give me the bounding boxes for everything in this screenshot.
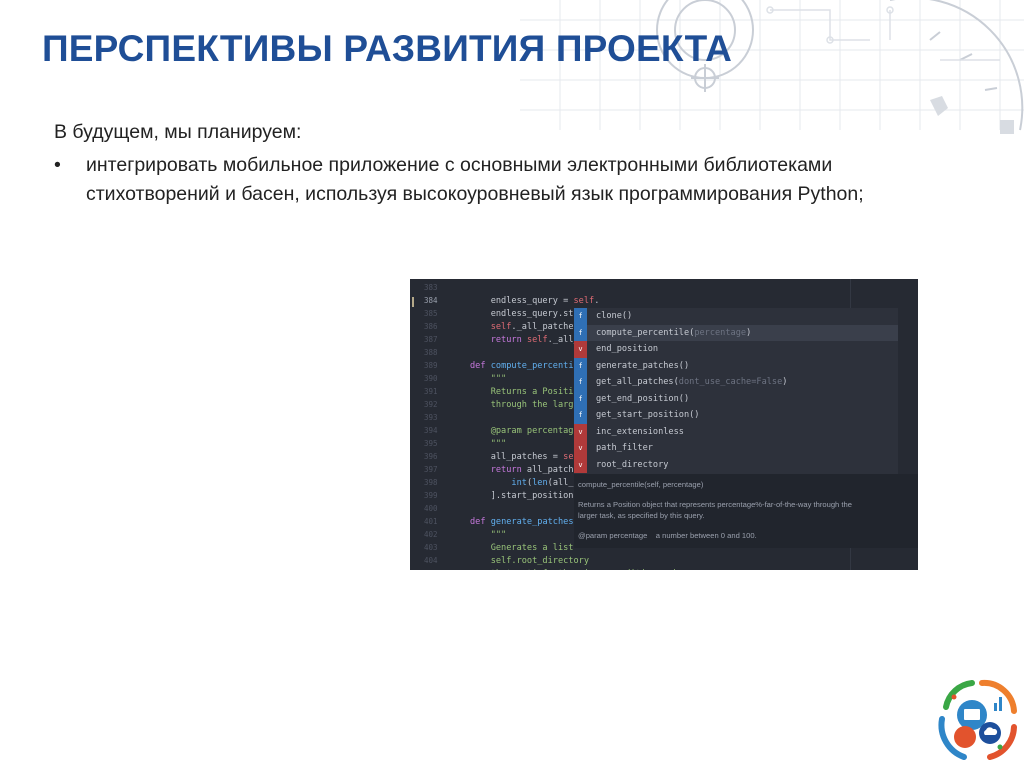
doc-param: @param percentage a number between 0 and…	[578, 531, 757, 540]
autocomplete-paren: )	[746, 327, 752, 338]
line-number: 387	[424, 335, 438, 344]
line-number: 402	[424, 530, 438, 539]
autocomplete-args: dont_use_cache=False	[678, 377, 783, 388]
code-line: that satisfy the given conditions given	[470, 569, 693, 570]
bullet-text: интегрировать мобильное приложение с осн…	[86, 154, 864, 205]
line-number: 394	[424, 426, 438, 435]
autocomplete-name: get_start_position()	[596, 410, 700, 421]
line-number: 404	[424, 556, 438, 565]
line-number: 396	[424, 452, 438, 461]
current-line-marker	[412, 297, 414, 307]
line-number: 390	[424, 374, 438, 383]
line-number: 397	[424, 465, 438, 474]
doc-signature: compute_percentile(self, percentage)	[578, 480, 704, 489]
variable-icon: v	[574, 456, 587, 473]
autocomplete-paren: )	[782, 377, 788, 388]
autocomplete-item[interactable]: v path_filter	[574, 440, 898, 457]
autocomplete-name: root_directory	[596, 459, 669, 470]
code-line: endless_query.start	[470, 309, 589, 319]
code-line: all_patches = self	[470, 452, 584, 462]
slide-title: ПЕРСПЕКТИВЫ РАЗВИТИЯ ПРОЕКТА	[42, 28, 732, 69]
line-number: 395	[424, 439, 438, 448]
function-icon: f	[574, 390, 587, 407]
line-number: 386	[424, 322, 438, 331]
line-number-gutter: 383 384 385 386 387 388 389 390 391 392 393 394 395 3…	[410, 279, 455, 570]
autocomplete-name: clone()	[596, 311, 633, 322]
autocomplete-name: get_end_position()	[596, 393, 690, 404]
line-number: 391	[424, 387, 438, 396]
function-icon: f	[574, 308, 587, 325]
line-number: 401	[424, 517, 438, 526]
line-number: 398	[424, 478, 438, 487]
line-number: 388	[424, 348, 438, 357]
intro-text: В будущем, мы планируем:	[54, 121, 302, 143]
line-number: 403	[424, 543, 438, 552]
autocomplete-item[interactable]: f clone()	[574, 308, 898, 325]
autocomplete-name: compute_percentile(	[596, 327, 695, 338]
code-line: self._all_patches	[490, 322, 579, 332]
autocomplete-name: end_position	[596, 344, 659, 355]
code-line: return self._all_	[490, 335, 579, 345]
code-line: Returns a Position	[470, 387, 584, 397]
autocomplete-item[interactable]: f get_start_position()	[574, 407, 898, 424]
function-icon: f	[574, 374, 587, 391]
autocomplete-item[interactable]: f generate_patches()	[574, 357, 898, 374]
code-line: self.root_directory	[470, 556, 589, 566]
code-line: through the larger	[470, 400, 584, 410]
code-line: def generate_patches(	[470, 517, 579, 527]
autocomplete-item[interactable]: v end_position	[574, 341, 898, 358]
function-icon: f	[574, 324, 587, 341]
doc-description: Returns a Position object that represent…	[578, 500, 852, 520]
code-line: int(len(all_	[511, 478, 574, 488]
line-number: 385	[424, 309, 438, 318]
line-number: 389	[424, 361, 438, 370]
autocomplete-name: generate_patches()	[596, 360, 690, 371]
code-editor-screenshot: 383 384 385 386 387 388 389 390 391 392 393 394 395 3…	[410, 279, 918, 570]
variable-icon: v	[574, 341, 587, 358]
autocomplete-args: percentage	[694, 327, 747, 338]
bullet-item: • интегрировать мобильное приложение с о…	[54, 151, 916, 209]
line-number: 393	[424, 413, 438, 422]
function-icon: f	[574, 357, 587, 374]
autocomplete-popup: f clone() f compute_percentile(percentage) v…	[574, 308, 898, 474]
autocomplete-item[interactable]: f get_end_position()	[574, 390, 898, 407]
autocomplete-name: get_all_patches(	[596, 377, 679, 388]
bullet-marker: •	[54, 154, 61, 176]
code-line: ].start_position	[470, 491, 574, 501]
code-line: Generates a list	[470, 543, 574, 553]
code-line: """	[470, 374, 507, 384]
autocomplete-item[interactable]: v root_directory	[574, 456, 898, 473]
line-number: 405	[424, 569, 452, 570]
autocomplete-name: inc_extensionless	[596, 426, 684, 437]
code-line: def compute_percentile	[470, 361, 584, 371]
code-line: @param percentage	[470, 426, 579, 436]
autocomplete-name: path_filter	[596, 443, 653, 454]
line-number: 392	[424, 400, 438, 409]
autocomplete-item[interactable]: f compute_percentile(percentage)	[574, 324, 898, 341]
line-number: 383	[424, 283, 438, 292]
code-line: return all_patches	[490, 465, 584, 475]
line-number: 400	[424, 504, 438, 513]
autocomplete-item[interactable]: v inc_extensionless	[574, 423, 898, 440]
autocomplete-doc-panel: compute_percentile(self, percentage) Ret…	[574, 474, 918, 548]
code-line: """	[470, 530, 507, 540]
variable-icon: v	[574, 440, 587, 457]
variable-icon: v	[574, 423, 587, 440]
line-number: 399	[424, 491, 438, 500]
code-line: """	[470, 439, 507, 449]
function-icon: f	[574, 407, 587, 424]
autocomplete-item[interactable]: f get_all_patches(dont_use_cache=False)	[574, 374, 898, 391]
organization-logo	[938, 679, 1017, 760]
line-number: 384	[424, 296, 438, 305]
